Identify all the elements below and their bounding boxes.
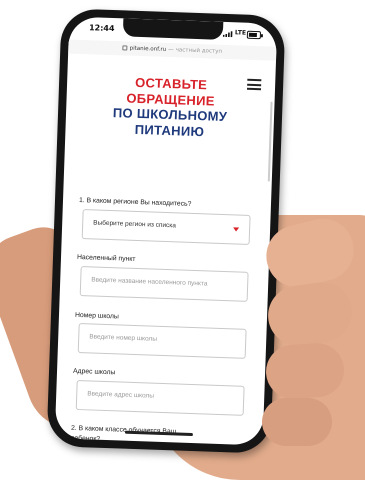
hamburger-menu-icon[interactable]: [246, 78, 262, 91]
scrollbar[interactable]: [267, 101, 273, 182]
phone-screen: 12:44 LTE pitanie.onf.ru — частный доступ …: [54, 16, 278, 446]
page-content: ОСТАВЬТЕ ОБРАЩЕНИЕ ПО ШКОЛЬНОМУ ПИТАНИЮ …: [55, 54, 276, 445]
phone: 12:44 LTE pitanie.onf.ru — частный доступ …: [46, 8, 286, 454]
url-host: pitanie.onf.ru: [129, 45, 167, 53]
school-address-label: Адрес школы: [72, 367, 116, 377]
phone-notch: [122, 18, 224, 40]
school-number-label: Номер школы: [74, 311, 119, 321]
city-placeholder: Введите название населенного пункта: [91, 276, 208, 288]
network-type: LTE: [234, 29, 247, 37]
city-label: Населенный пункт: [76, 253, 136, 263]
region-select[interactable]: Выберите регион из списка: [81, 209, 251, 245]
region-select-value: Выберите регион из списка: [93, 219, 177, 230]
school-address-input[interactable]: Введите адрес школы: [75, 379, 245, 416]
school-number-input[interactable]: Введите номер школы: [77, 323, 247, 359]
signal-icon: [222, 31, 233, 38]
hand-finger-4: [262, 398, 332, 446]
grade-question-line-2: ребенок?: [70, 434, 101, 443]
school-address-placeholder: Введите адрес школы: [87, 390, 155, 400]
battery-icon: [246, 30, 262, 40]
lock-icon: [122, 45, 128, 51]
school-number-placeholder: Введите номер школы: [89, 333, 158, 343]
status-time: 12:44: [88, 23, 115, 34]
region-question-label: 1. В каком регионе Вы находитесь?: [78, 196, 192, 208]
page-title: ОСТАВЬТЕ ОБРАЩЕНИЕ ПО ШКОЛЬНОМУ ПИТАНИЮ: [79, 73, 261, 141]
battery-level: [248, 32, 257, 38]
private-access-label: частный доступ: [175, 47, 223, 55]
city-input[interactable]: Введите название населенного пункта: [79, 266, 249, 302]
dropdown-arrow-icon: [233, 227, 240, 232]
url-separator: —: [168, 46, 174, 54]
